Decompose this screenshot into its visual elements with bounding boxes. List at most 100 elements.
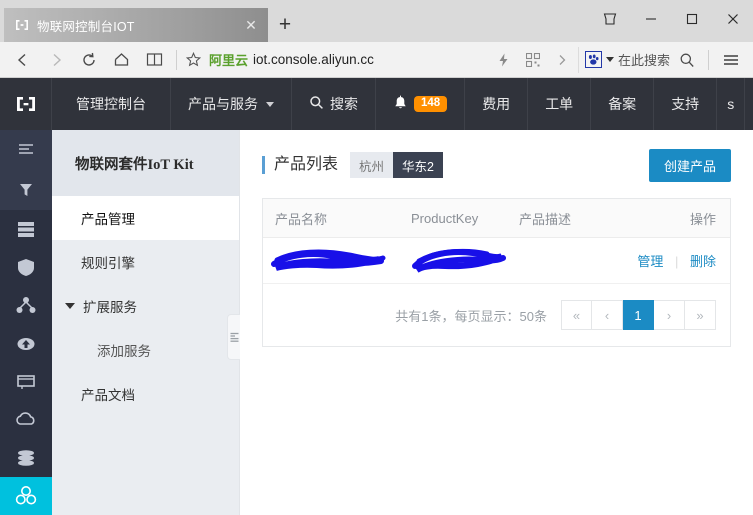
- chevron-down-icon: [266, 101, 274, 107]
- tab-title: 物联网控制台IOT: [37, 19, 135, 34]
- collapse-sidebar-icon[interactable]: [227, 314, 240, 360]
- site-identity-badge: 阿里云: [209, 53, 249, 68]
- sidebar-title: 物联网套件IoT Kit: [52, 130, 239, 196]
- column-header-productkey: ProductKey: [411, 210, 479, 226]
- sidebar-item-extended-services[interactable]: 扩展服务: [52, 284, 239, 328]
- pagination-first[interactable]: «: [561, 300, 592, 330]
- back-arrow-icon[interactable]: [6, 45, 39, 75]
- home-icon[interactable]: [105, 45, 138, 75]
- redaction-mark-productkey: [412, 248, 506, 273]
- column-header-name: 产品名称: [275, 211, 328, 227]
- column-header-description: 产品描述: [519, 211, 572, 227]
- column-header-actions: 操作: [689, 211, 716, 227]
- pagination-info: 共有1条，每页显示：50条: [395, 308, 547, 324]
- pagination-next[interactable]: ›: [654, 300, 685, 330]
- browser-search-box[interactable]: 在此搜索: [577, 46, 670, 73]
- cell-actions: 管理 | 删除: [620, 251, 730, 270]
- search-icon[interactable]: [670, 45, 703, 75]
- nav-item-icp[interactable]: 备案: [591, 78, 655, 130]
- nav-item-tickets[interactable]: 工单: [528, 78, 592, 130]
- sidebar-item-rule-engine[interactable]: 规则引擎: [52, 240, 239, 284]
- nav-item-products[interactable]: 产品与服务: [171, 78, 292, 130]
- url-text[interactable]: iot.console.aliyun.cc: [253, 52, 487, 67]
- nav-item-label: 费用: [482, 96, 511, 112]
- nav-item-label: 支持: [671, 96, 700, 112]
- console-body: 物联网套件IoT Kit 产品管理 规则引擎 扩展服务 添加服务 产品文档 产品…: [0, 130, 753, 515]
- collections-icon[interactable]: [589, 0, 630, 38]
- notification-badge: 148: [414, 95, 448, 113]
- table-header: 产品名称 ProductKey 产品描述 操作: [263, 198, 730, 238]
- region-tab-label: 杭州: [359, 159, 385, 174]
- nav-item-account[interactable]: s: [717, 78, 746, 130]
- lightning-icon[interactable]: [492, 53, 516, 67]
- list-icon[interactable]: [0, 130, 52, 170]
- create-product-button[interactable]: 创建产品: [648, 148, 731, 182]
- book-icon[interactable]: [138, 45, 171, 75]
- filter-icon[interactable]: [0, 170, 52, 210]
- browser-tab[interactable]: 物联网控制台IOT ✕: [4, 8, 268, 42]
- database-icon[interactable]: [0, 439, 52, 477]
- toolbar-divider-2: [708, 49, 709, 70]
- browser-toolbar: 阿里云 iot.console.aliyun.cc 在此搜索: [0, 42, 753, 78]
- sidebar-item-add-service[interactable]: 添加服务: [52, 328, 239, 372]
- cloud-icon[interactable]: [0, 401, 52, 439]
- nav-item-console[interactable]: 管理控制台: [52, 78, 171, 130]
- iot-cluster-icon[interactable]: [0, 476, 52, 515]
- page-header: 产品列表 杭州 华东2 创建产品: [262, 148, 731, 182]
- qrcode-icon[interactable]: [521, 52, 545, 67]
- new-tab-button[interactable]: +: [268, 8, 302, 42]
- pagination-last[interactable]: »: [685, 300, 716, 330]
- nav-item-support[interactable]: 支持: [654, 78, 718, 130]
- chevron-down-icon[interactable]: [605, 57, 614, 62]
- console-navbar: 管理控制台 产品与服务 搜索 148 费用 工单 备案 支持 s: [0, 78, 753, 130]
- chevron-right-icon[interactable]: [550, 53, 574, 67]
- nav-item-notifications[interactable]: 148: [376, 78, 466, 130]
- page-title: 产品列表: [262, 156, 338, 174]
- monitor-icon[interactable]: [0, 363, 52, 401]
- maximize-icon[interactable]: [671, 0, 712, 38]
- server-stack-icon[interactable]: [0, 210, 52, 248]
- network-nodes-icon[interactable]: [0, 286, 52, 324]
- hamburger-menu-icon[interactable]: [714, 45, 747, 75]
- forward-arrow-icon[interactable]: [39, 45, 72, 75]
- pagination-prev[interactable]: ‹: [592, 300, 623, 330]
- sidebar-item-product-docs[interactable]: 产品文档: [52, 372, 239, 416]
- sidebar-item-product-management[interactable]: 产品管理: [52, 196, 239, 240]
- region-tab-hangzhou[interactable]: 杭州: [350, 152, 394, 178]
- cloud-data-icon[interactable]: [0, 324, 52, 362]
- baidu-paw-icon[interactable]: [584, 51, 602, 68]
- sidebar-item-label: 添加服务: [97, 344, 151, 359]
- sidebar-item-label: 产品管理: [81, 212, 135, 227]
- nav-item-billing[interactable]: 费用: [465, 78, 529, 130]
- rail-top-group: [0, 130, 52, 210]
- chevron-down-icon: [65, 303, 75, 309]
- icon-rail: [0, 130, 52, 515]
- toolbar-divider: [176, 49, 177, 70]
- tab-close-icon[interactable]: ✕: [242, 16, 260, 34]
- close-icon[interactable]: [712, 0, 753, 38]
- region-tab-east2[interactable]: 华东2: [393, 152, 443, 178]
- star-icon[interactable]: [182, 52, 204, 67]
- pagination-page-1[interactable]: 1: [623, 300, 654, 330]
- sidebar-item-label: 规则引擎: [81, 256, 135, 271]
- nav-item-search[interactable]: 搜索: [292, 78, 376, 130]
- minimize-icon[interactable]: [630, 0, 671, 38]
- search-placeholder[interactable]: 在此搜索: [618, 50, 670, 69]
- redaction-mark-name: [271, 249, 386, 271]
- table-row[interactable]: 管理 | 删除: [263, 238, 730, 284]
- shield-icon[interactable]: [0, 248, 52, 286]
- aliyun-iot-logo[interactable]: [0, 78, 52, 130]
- reload-icon[interactable]: [72, 45, 105, 75]
- sidebar-item-label: 扩展服务: [83, 300, 137, 315]
- address-bar[interactable]: 阿里云 iot.console.aliyun.cc: [182, 45, 578, 75]
- iot-bracket-icon: [14, 17, 30, 33]
- delete-link[interactable]: 删除: [690, 254, 716, 269]
- main-content: 产品列表 杭州 华东2 创建产品 产品名称 ProductKey 产品描述 操作…: [240, 130, 753, 515]
- tab-strip: 物联网控制台IOT ✕ +: [0, 0, 302, 42]
- manage-link[interactable]: 管理: [637, 254, 663, 269]
- search-icon: [309, 95, 324, 113]
- nav-item-label: 产品与服务: [188, 96, 258, 112]
- sidebar-item-label: 产品文档: [81, 388, 135, 403]
- aliyun-console: 管理控制台 产品与服务 搜索 148 费用 工单 备案 支持 s 物联网套件Io…: [0, 78, 753, 515]
- nav-item-label: s: [727, 96, 735, 112]
